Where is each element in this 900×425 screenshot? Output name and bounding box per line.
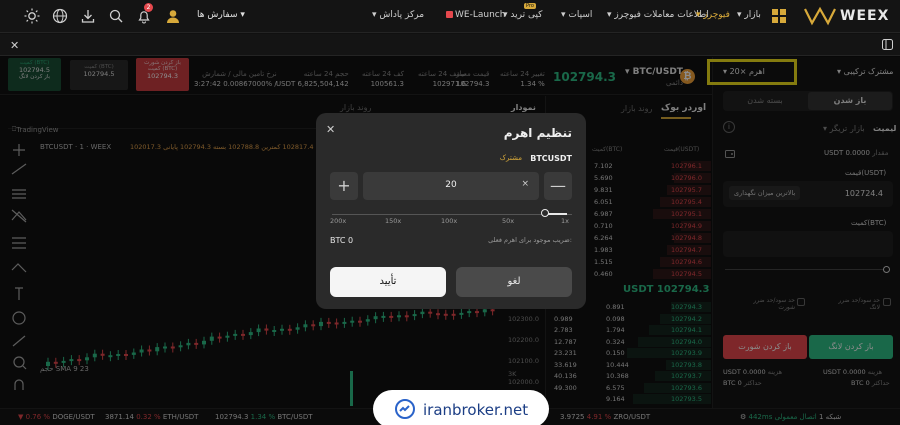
apps-grid-icon[interactable]: [772, 9, 786, 23]
download-icon[interactable]: [80, 8, 96, 24]
nav-we-launch-label: WE-Launch: [455, 10, 506, 20]
search-icon[interactable]: [108, 8, 124, 24]
confirm-button[interactable]: تأیید: [330, 267, 446, 297]
nav-we-launch[interactable]: WE-Launch: [446, 10, 505, 20]
leverage-increase-button[interactable]: +: [330, 172, 358, 200]
tick-label-1: 1x: [561, 217, 569, 225]
nav-futures-data-label: اطلاعات معاملات فیوچرز: [614, 10, 709, 20]
nav-rewards-center[interactable]: ▾ مرکز پاداش: [372, 10, 424, 20]
nav-market-label: بازار: [744, 10, 761, 20]
leverage-modal: ✕ تنظیم اهرم BTCUSDT مشترک + 20 × — 200x…: [316, 113, 586, 309]
modal-note-value: BTC 0: [330, 236, 354, 245]
modal-margin-mode: مشترک: [499, 154, 522, 162]
sun-icon[interactable]: [24, 8, 40, 24]
brand-logo[interactable]: WEEX: [803, 6, 889, 26]
nav-futures-label: فیوچرز: [703, 10, 730, 20]
leverage-slider-handle[interactable]: [541, 209, 549, 217]
brand-name: WEEX: [840, 8, 890, 24]
nav-futures[interactable]: ▾ فیوچرز: [696, 10, 730, 20]
leverage-slider-track[interactable]: [332, 214, 572, 215]
nav-futures-data[interactable]: ▾ اطلاعات معاملات فیوچرز: [607, 10, 709, 20]
modal-title: تنظیم اهرم: [503, 126, 572, 140]
modal-symbol-text: BTCUSDT: [530, 154, 572, 163]
orders-label: سفارش ها: [197, 10, 238, 20]
nav-copy-trade[interactable]: ▾ کپی ترید: [503, 10, 542, 20]
nav-rewards-label: مرکز پاداش: [379, 10, 425, 20]
leverage-multiplier: ×: [521, 179, 529, 189]
copy-trade-pro-badge: Pro: [524, 3, 536, 9]
watermark-logo-icon: [395, 399, 415, 419]
secondary-toolbar: ✕: [0, 34, 900, 56]
leverage-input-value: 20: [445, 180, 457, 190]
tick-label-50: 50x: [502, 217, 515, 225]
tick-label-200: 200x: [330, 217, 347, 225]
orders-menu[interactable]: سفارش ها ▾: [197, 10, 245, 20]
nav-spot[interactable]: ▾ اسپات: [561, 10, 592, 20]
weex-logo-icon: [804, 6, 836, 26]
tick-label-150: 150x: [385, 217, 402, 225]
leverage-decrease-button[interactable]: —: [544, 172, 572, 200]
modal-close-icon[interactable]: ✕: [326, 123, 335, 136]
watermark: iranbroker.net: [373, 390, 549, 425]
collapse-panel-icon[interactable]: [882, 39, 893, 50]
watermark-text: iranbroker.net: [423, 401, 529, 419]
nav-copy-trade-label: کپی ترید: [510, 10, 543, 20]
modal-symbol: BTCUSDT: [530, 154, 572, 163]
we-launch-icon: [446, 11, 453, 18]
globe-icon[interactable]: [52, 8, 68, 24]
tick-label-100: 100x: [441, 217, 458, 225]
nav-market[interactable]: ▾ بازار: [737, 10, 761, 20]
cancel-button[interactable]: لغو: [456, 267, 572, 297]
modal-note: ضریب موجود برای اهرم فعلی:: [488, 236, 572, 244]
top-navigation: 2 سفارش ها ▾ ▾ مرکز پاداش WE-Launch ▾ کپ…: [0, 0, 900, 33]
user-avatar-icon[interactable]: [165, 8, 181, 24]
close-icon[interactable]: ✕: [10, 39, 19, 52]
nav-spot-label: اسپات: [568, 10, 593, 20]
notification-badge: 2: [144, 3, 153, 12]
leverage-input[interactable]: 20 ×: [363, 172, 539, 200]
